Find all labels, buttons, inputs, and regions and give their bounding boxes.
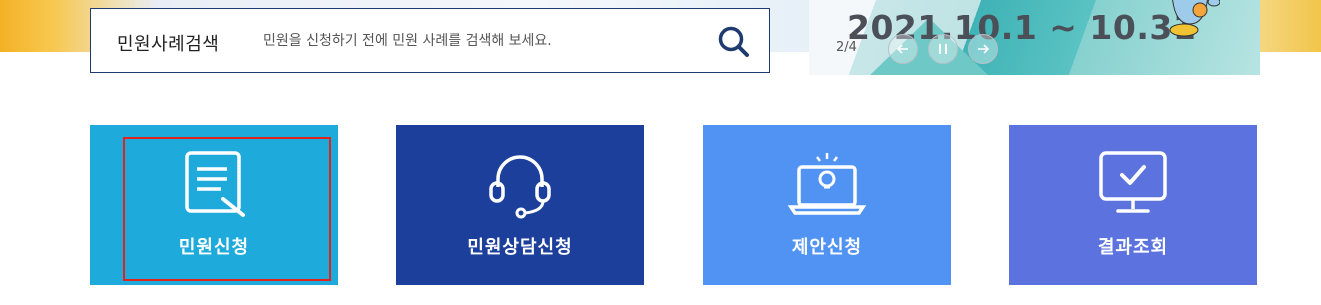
tile-consultation[interactable]: 민원상담신청 — [396, 125, 644, 285]
slide-counter: 2/4 — [836, 40, 857, 55]
monitor-check-icon — [1099, 151, 1167, 213]
laptop-lightbulb-icon — [787, 153, 867, 215]
case-search-box: 민원사례검색 — [90, 8, 770, 73]
search-icon — [718, 26, 749, 57]
mascot-icon — [1169, 0, 1220, 37]
pause-icon — [939, 44, 947, 54]
document-edit-icon — [185, 151, 245, 217]
prev-arrow-icon — [896, 44, 908, 54]
search-input[interactable] — [263, 28, 703, 54]
tile-result-inquiry[interactable]: 결과조회 — [1009, 125, 1257, 285]
tile-proposal[interactable]: 제안신청 — [703, 125, 951, 285]
tile-label: 제안신청 — [791, 237, 863, 258]
event-banner[interactable]: 2021.10.1 ~ 10.31 — [809, 0, 1260, 75]
tile-label: 결과조회 — [1097, 237, 1169, 258]
search-button[interactable] — [715, 23, 753, 61]
tile-label: 민원신청 — [178, 237, 250, 258]
prev-slide-button[interactable] — [888, 34, 918, 64]
search-title: 민원사례검색 — [117, 34, 220, 55]
headset-icon — [489, 155, 551, 219]
tile-civil-petition[interactable]: 민원신청 — [90, 125, 338, 285]
pause-slide-button[interactable] — [928, 34, 958, 64]
next-arrow-icon — [978, 44, 990, 54]
next-slide-button[interactable] — [968, 34, 998, 64]
tile-label: 민원상담신청 — [467, 237, 573, 258]
